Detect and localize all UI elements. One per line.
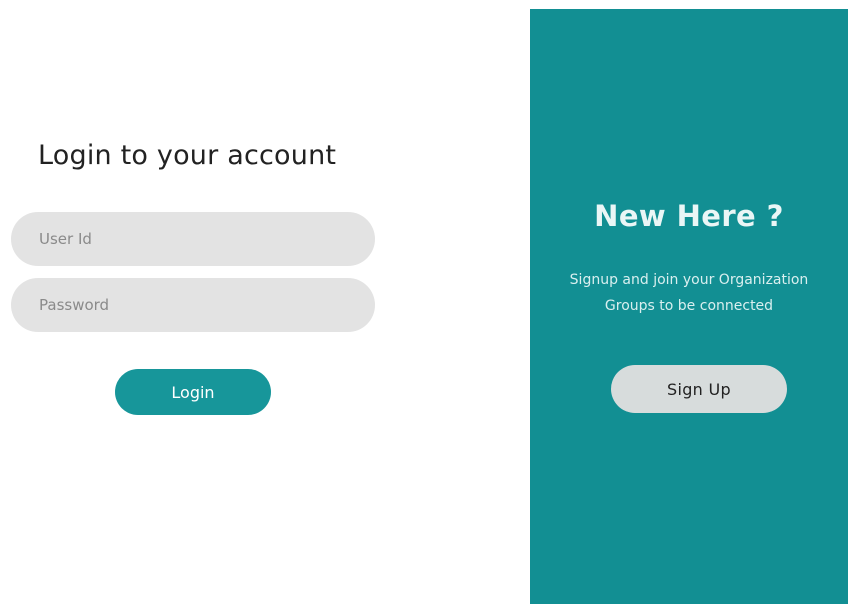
login-page: Login to your account Login New Here ? S… <box>0 0 848 604</box>
signup-description-line-2: Groups to be connected <box>604 298 774 314</box>
password-input[interactable] <box>11 278 375 332</box>
sign-up-button[interactable]: Sign Up <box>611 365 787 413</box>
login-button[interactable]: Login <box>115 369 271 415</box>
signup-description: Signup and join your Organization Groups… <box>530 267 848 319</box>
login-title: Login to your account <box>38 140 337 171</box>
user-id-input[interactable] <box>11 212 375 266</box>
login-panel: Login to your account Login <box>0 0 530 604</box>
signup-panel: New Here ? Signup and join your Organiza… <box>530 9 848 604</box>
signup-title: New Here ? <box>594 199 784 233</box>
signup-description-line-1: Signup and join your Organization <box>569 272 809 288</box>
